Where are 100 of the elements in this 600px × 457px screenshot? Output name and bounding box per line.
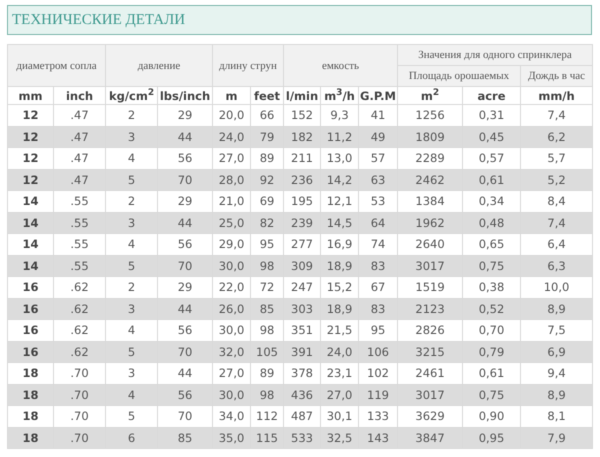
table-cell: 0,75 <box>462 384 521 406</box>
table-cell: 12 <box>8 169 54 190</box>
table-cell: 195 <box>284 190 321 212</box>
table-cell: 7,9 <box>520 427 593 448</box>
table-cell: 98 <box>250 255 284 276</box>
table-cell: .70 <box>54 427 106 448</box>
table-cell: 34,0 <box>212 406 251 427</box>
table-cell: .62 <box>54 298 106 320</box>
table-cell: 18 <box>8 427 54 448</box>
table-cell: .47 <box>54 126 106 148</box>
table-cell: 74 <box>358 234 398 255</box>
table-cell: 9,3 <box>320 104 359 126</box>
table-cell: 4 <box>106 384 158 406</box>
table-cell: .62 <box>54 341 106 362</box>
table-cell: 29 <box>158 276 213 298</box>
unit-header-cell: acre <box>462 86 521 104</box>
table-cell: 487 <box>284 406 321 427</box>
table-cell: 9,4 <box>520 362 593 384</box>
table-cell: 24,0 <box>212 126 251 148</box>
table-cell: 92 <box>250 169 284 190</box>
table-cell: 115 <box>250 427 284 448</box>
table-cell: 3017 <box>398 255 463 276</box>
table-cell: 29 <box>158 104 213 126</box>
table-cell: 83 <box>358 298 398 320</box>
table-cell: 89 <box>250 148 284 169</box>
table-cell: 5 <box>106 341 158 362</box>
unit-header-cell: m <box>212 86 251 104</box>
table-cell: 0,90 <box>462 406 521 427</box>
unit-header-cell: mm <box>8 86 54 104</box>
table-cell: 70 <box>158 406 213 427</box>
header-cell: Площадь орошаемых <box>398 66 521 86</box>
table-cell: 0,65 <box>462 234 521 255</box>
table-cell: 63 <box>358 169 398 190</box>
table-cell: 18,9 <box>320 255 359 276</box>
table-cell: 2 <box>106 190 158 212</box>
table-cell: 5 <box>106 169 158 190</box>
table-cell: 56 <box>158 148 213 169</box>
table-cell: 4 <box>106 320 158 341</box>
table-cell: 3 <box>106 212 158 234</box>
table-cell: 6,9 <box>520 341 593 362</box>
table-cell: 44 <box>158 126 213 148</box>
table-cell: 28,0 <box>212 169 251 190</box>
table-cell: 2289 <box>398 148 463 169</box>
table-cell: 6,4 <box>520 234 593 255</box>
table-cell: 0,61 <box>462 362 521 384</box>
table-cell: 14 <box>8 234 54 255</box>
table-cell: 95 <box>250 234 284 255</box>
table-cell: 133 <box>358 406 398 427</box>
table-cell: 391 <box>284 341 321 362</box>
table-cell: .55 <box>54 234 106 255</box>
table-cell: 12 <box>8 104 54 126</box>
table-cell: .70 <box>54 362 106 384</box>
table-cell: 0,34 <box>462 190 521 212</box>
table-cell: 2 <box>106 276 158 298</box>
table-cell: 49 <box>358 126 398 148</box>
table-cell: 2640 <box>398 234 463 255</box>
unit-header-cell: m$^{3}$/h <box>320 86 359 104</box>
table-cell: 2123 <box>398 298 463 320</box>
table-cell: 0,52 <box>462 298 521 320</box>
table-cell: 30,1 <box>320 406 359 427</box>
table-cell: 20,0 <box>212 104 251 126</box>
table-cell: 0,45 <box>462 126 521 148</box>
table-cell: 16 <box>8 320 54 341</box>
table-cell: 14,5 <box>320 212 359 234</box>
table-cell: .70 <box>54 406 106 427</box>
header-cell: емкость <box>284 44 398 86</box>
table-cell: 0,70 <box>462 320 521 341</box>
header-cell: давление <box>106 44 213 86</box>
table-cell: 57 <box>358 148 398 169</box>
table-cell: .55 <box>54 190 106 212</box>
header-cell: длину струн <box>212 44 284 86</box>
table-cell: 5 <box>106 406 158 427</box>
table-cell: 70 <box>158 169 213 190</box>
table-cell: .47 <box>54 148 106 169</box>
table-cell: 12 <box>8 148 54 169</box>
table-cell: 6,2 <box>520 126 593 148</box>
table-cell: 3 <box>106 298 158 320</box>
table-cell: 436 <box>284 384 321 406</box>
table-cell: 106 <box>358 341 398 362</box>
table-cell: 30,0 <box>212 384 251 406</box>
table-cell: 16 <box>8 298 54 320</box>
table-cell: 1384 <box>398 190 463 212</box>
table-cell: 3629 <box>398 406 463 427</box>
header-cell: Значения для одного спринклера <box>398 44 593 66</box>
table-cell: 82 <box>250 212 284 234</box>
table-cell: 378 <box>284 362 321 384</box>
table-cell: 24,0 <box>320 341 359 362</box>
table-cell: .62 <box>54 276 106 298</box>
table-cell: 29 <box>158 190 213 212</box>
table-cell: 30,0 <box>212 255 251 276</box>
table-cell: 95 <box>358 320 398 341</box>
table-cell: 27,0 <box>320 384 359 406</box>
table-cell: 10,0 <box>520 276 593 298</box>
table-cell: 8,1 <box>520 406 593 427</box>
table-cell: 14 <box>8 212 54 234</box>
table-cell: 85 <box>158 427 213 448</box>
table-cell: 3847 <box>398 427 463 448</box>
table-cell: 72 <box>250 276 284 298</box>
table-cell: 30,0 <box>212 320 251 341</box>
table-cell: 25,0 <box>212 212 251 234</box>
